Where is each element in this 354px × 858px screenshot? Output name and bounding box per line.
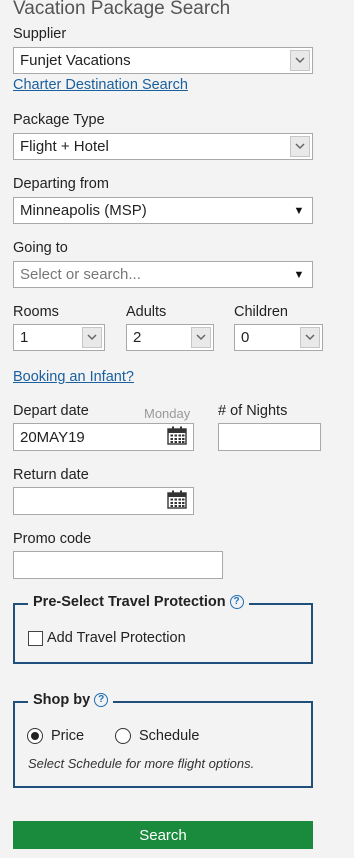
shop-by-note: Select Schedule for more flight options. <box>28 756 255 771</box>
chevron-down-icon <box>300 327 320 348</box>
depart-day-hint: Monday <box>144 406 191 421</box>
travel-protection-checkbox-label: Add Travel Protection <box>47 630 186 646</box>
caret-down-icon: ▼ <box>293 268 305 281</box>
schedule-radio-label: Schedule <box>139 728 200 744</box>
booking-infant-link[interactable]: Booking an Infant? <box>13 369 134 385</box>
shop-by-schedule-option[interactable]: Schedule <box>115 728 199 744</box>
departing-from-value: Minneapolis (MSP) <box>20 202 147 219</box>
departing-from-select[interactable]: Minneapolis (MSP) ▼ <box>13 197 313 224</box>
adults-value: 2 <box>133 329 142 346</box>
chevron-down-icon <box>82 327 102 348</box>
calendar-icon[interactable] <box>167 426 187 449</box>
travel-protection-legend: Pre-Select Travel Protection ? <box>28 594 249 610</box>
shop-by-title: Shop by <box>33 692 91 708</box>
schedule-radio[interactable] <box>115 728 131 744</box>
shop-by-price-option[interactable]: Price <box>27 728 84 744</box>
chevron-down-icon <box>290 136 310 157</box>
shop-by-fieldset <box>13 701 313 788</box>
children-label: Children <box>234 304 288 320</box>
adults-select[interactable]: 2 <box>126 324 214 351</box>
charter-destination-search-link[interactable]: Charter Destination Search <box>13 77 188 93</box>
children-select[interactable]: 0 <box>234 324 323 351</box>
page-title: Vacation Package Search <box>13 0 231 19</box>
rooms-value: 1 <box>20 329 29 346</box>
caret-down-icon: ▼ <box>293 204 305 217</box>
going-to-select[interactable]: Select or search... ▼ <box>13 261 313 288</box>
return-date-label: Return date <box>13 467 89 483</box>
travel-protection-checkbox[interactable] <box>28 630 43 646</box>
travel-protection-title: Pre-Select Travel Protection <box>33 594 226 610</box>
chevron-down-icon <box>191 327 211 348</box>
rooms-label: Rooms <box>13 304 59 320</box>
add-travel-protection-option[interactable]: Add Travel Protection <box>28 630 186 646</box>
nights-input[interactable] <box>218 423 321 451</box>
promo-code-input[interactable] <box>13 551 223 579</box>
depart-date-label: Depart date <box>13 403 89 419</box>
price-radio[interactable] <box>27 728 43 744</box>
supplier-select[interactable]: Funjet Vacations <box>13 47 313 74</box>
help-icon[interactable]: ? <box>229 595 244 609</box>
nights-label: # of Nights <box>218 403 288 419</box>
departing-from-label: Departing from <box>13 176 109 192</box>
package-type-value: Flight + Hotel <box>20 138 109 155</box>
supplier-value: Funjet Vacations <box>20 52 131 69</box>
calendar-icon[interactable] <box>167 490 187 513</box>
depart-date-value: 20MAY19 <box>20 428 85 446</box>
price-radio-label: Price <box>51 728 85 744</box>
package-type-label: Package Type <box>13 112 105 128</box>
going-to-placeholder: Select or search... <box>20 266 141 283</box>
adults-label: Adults <box>126 304 167 320</box>
package-type-select[interactable]: Flight + Hotel <box>13 133 313 160</box>
shop-by-legend: Shop by ? <box>28 692 114 708</box>
rooms-select[interactable]: 1 <box>13 324 105 351</box>
depart-date-input[interactable]: 20MAY19 <box>13 423 194 451</box>
return-date-input[interactable] <box>13 487 194 515</box>
promo-code-label: Promo code <box>13 531 92 547</box>
children-value: 0 <box>241 329 250 346</box>
help-icon[interactable]: ? <box>94 693 109 707</box>
chevron-down-icon <box>290 50 310 71</box>
supplier-label: Supplier <box>13 26 67 42</box>
going-to-label: Going to <box>13 240 68 256</box>
search-button[interactable]: Search <box>13 821 313 849</box>
